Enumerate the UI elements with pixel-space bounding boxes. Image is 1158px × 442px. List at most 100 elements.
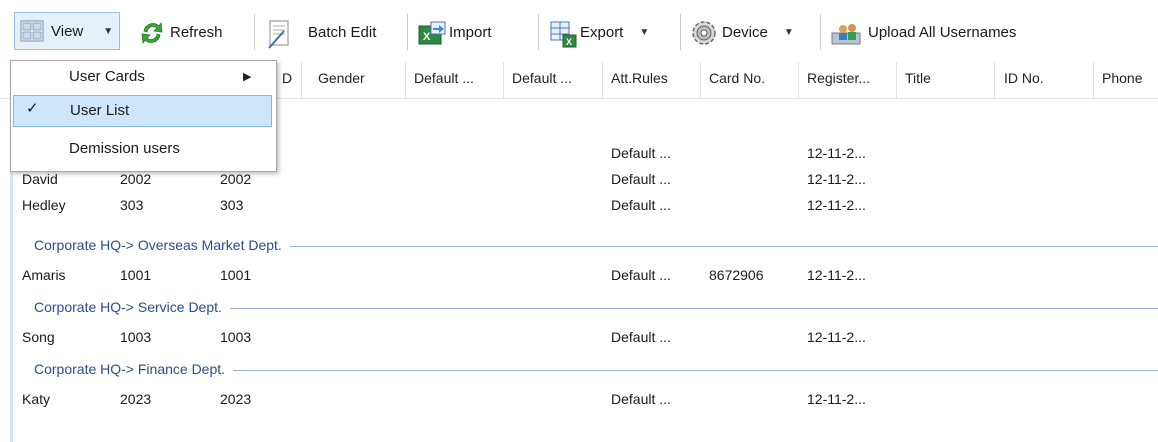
upload-usernames-button[interactable]: Upload All Usernames [830,10,1016,54]
refresh-label: Refresh [170,23,223,41]
cell-register: 12-11-2... [807,145,866,161]
column-gender[interactable]: Gender [318,70,365,86]
cell-user-no: 1003 [220,329,252,345]
cell-user-no: 2023 [220,391,252,407]
column-register[interactable]: Register... [807,70,870,86]
cell-register: 12-11-2... [807,329,866,345]
cell-name: Amaris [22,267,66,283]
cell-user-no: 1001 [220,267,252,283]
cell-name: Katy [22,391,51,407]
menu-item-label: User Cards [69,68,145,85]
group-label: Corporate HQ-> Overseas Market Dept. [34,237,288,253]
export-menu-button[interactable]: X Export ▼ [548,10,649,54]
column-id-no[interactable]: ID No. [1004,70,1044,86]
chevron-down-icon: ▼ [103,25,114,37]
view-menu-button[interactable]: View ▼ [14,12,121,50]
cell-att-rules: Default ... [611,145,671,161]
cell-register: 12-11-2... [807,171,866,187]
toolbar-divider [820,14,821,50]
device-label: Device [722,23,768,41]
group-divider [233,370,1158,371]
menu-item-label: User List [70,102,130,119]
cell-user-no: 303 [220,197,244,213]
submenu-arrow-icon: ▶ [243,71,252,83]
column-phone[interactable]: Phone [1102,70,1142,86]
column-card-no[interactable]: Card No. [709,70,765,86]
group-divider [230,308,1158,309]
edit-document-icon [266,19,292,49]
column-divider[interactable] [994,62,995,98]
group-label: Corporate HQ-> Service Dept. [34,299,228,315]
svg-text:X: X [566,37,572,47]
import-button[interactable]: X Import [417,10,492,54]
chevron-down-icon: ▼ [783,26,794,38]
export-label: Export [580,23,624,41]
cell-att-rules: Default ... [611,391,671,407]
column-divider[interactable] [405,62,406,98]
cell-att-rules: Default ... [611,267,671,283]
column-default-2[interactable]: Default ... [512,70,572,86]
toolbar-divider [680,14,681,50]
view-label: View [51,22,84,40]
check-icon: ✓ [26,100,39,117]
device-menu-button[interactable]: Device ▼ [690,10,794,54]
view-grid-icon [19,18,45,44]
cell-user-id: 2002 [120,171,152,187]
group-divider [290,246,1158,247]
toolbar: View ▼ Refresh Batch Edit X Import X Exp… [0,0,1158,64]
table-row[interactable]: Amaris 1001 1001 Default ... 8672906 12-… [0,262,1158,288]
column-divider[interactable] [798,62,799,98]
cell-register: 12-11-2... [807,391,866,407]
group-label: Corporate HQ-> Finance Dept. [34,361,232,377]
cell-user-id: 303 [120,197,144,213]
import-label: Import [449,23,492,41]
cell-user-id: 1003 [120,329,152,345]
cell-name: Hedley [22,197,66,213]
column-title[interactable]: Title [905,70,931,86]
menu-item-user-list[interactable]: ✓ User List [13,95,272,127]
column-divider[interactable] [503,62,504,98]
cell-register: 12-11-2... [807,197,866,213]
menu-item-demission-users[interactable]: Demission users [11,133,276,165]
cell-att-rules: Default ... [611,171,671,187]
cell-att-rules: Default ... [611,197,671,213]
column-divider[interactable] [1093,62,1094,98]
refresh-button[interactable]: Refresh [138,10,223,54]
menu-item-label: Demission users [69,140,180,157]
cell-user-id: 1001 [120,267,152,283]
column-att-rules[interactable]: Att.Rules [611,70,668,86]
cell-user-id: 2023 [120,391,152,407]
gear-icon [690,19,716,45]
batch-edit-label: Batch Edit [308,23,377,41]
view-dropdown-menu: User Cards ▶ ✓ User List Demission users [10,60,277,172]
column-default-1[interactable]: Default ... [414,70,474,86]
cell-user-no: 2002 [220,171,252,187]
svg-text:X: X [423,31,431,43]
upload-users-icon [830,19,861,45]
cell-register: 12-11-2... [807,267,866,283]
cell-name: Song [22,329,55,345]
table-row[interactable]: Katy 2023 2023 Default ... 12-11-2... [0,386,1158,412]
column-divider[interactable] [700,62,701,98]
cell-card-no: 8672906 [709,267,764,283]
table-row[interactable]: Song 1003 1003 Default ... 12-11-2... [0,324,1158,350]
table-row[interactable]: Hedley 303 303 Default ... 12-11-2... [0,192,1158,218]
excel-export-icon: X [548,19,577,48]
column-divider[interactable] [896,62,897,98]
toolbar-divider [254,14,255,50]
group-header-overseas[interactable]: Corporate HQ-> Overseas Market Dept. [0,232,1158,258]
excel-import-icon: X [417,19,446,45]
group-header-service[interactable]: Corporate HQ-> Service Dept. [0,294,1158,320]
column-divider[interactable] [602,62,603,98]
menu-item-user-cards[interactable]: User Cards ▶ [11,61,276,93]
toolbar-divider [538,14,539,50]
batch-edit-button[interactable]: Batch Edit [266,10,376,54]
cell-name: David [22,171,58,187]
chevron-down-icon: ▼ [639,26,650,38]
group-header-finance[interactable]: Corporate HQ-> Finance Dept. [0,356,1158,382]
column-obscured[interactable]: D [282,70,292,86]
upload-label: Upload All Usernames [868,23,1017,41]
refresh-icon [138,19,164,45]
column-divider[interactable] [301,62,302,98]
toolbar-divider [407,14,408,50]
